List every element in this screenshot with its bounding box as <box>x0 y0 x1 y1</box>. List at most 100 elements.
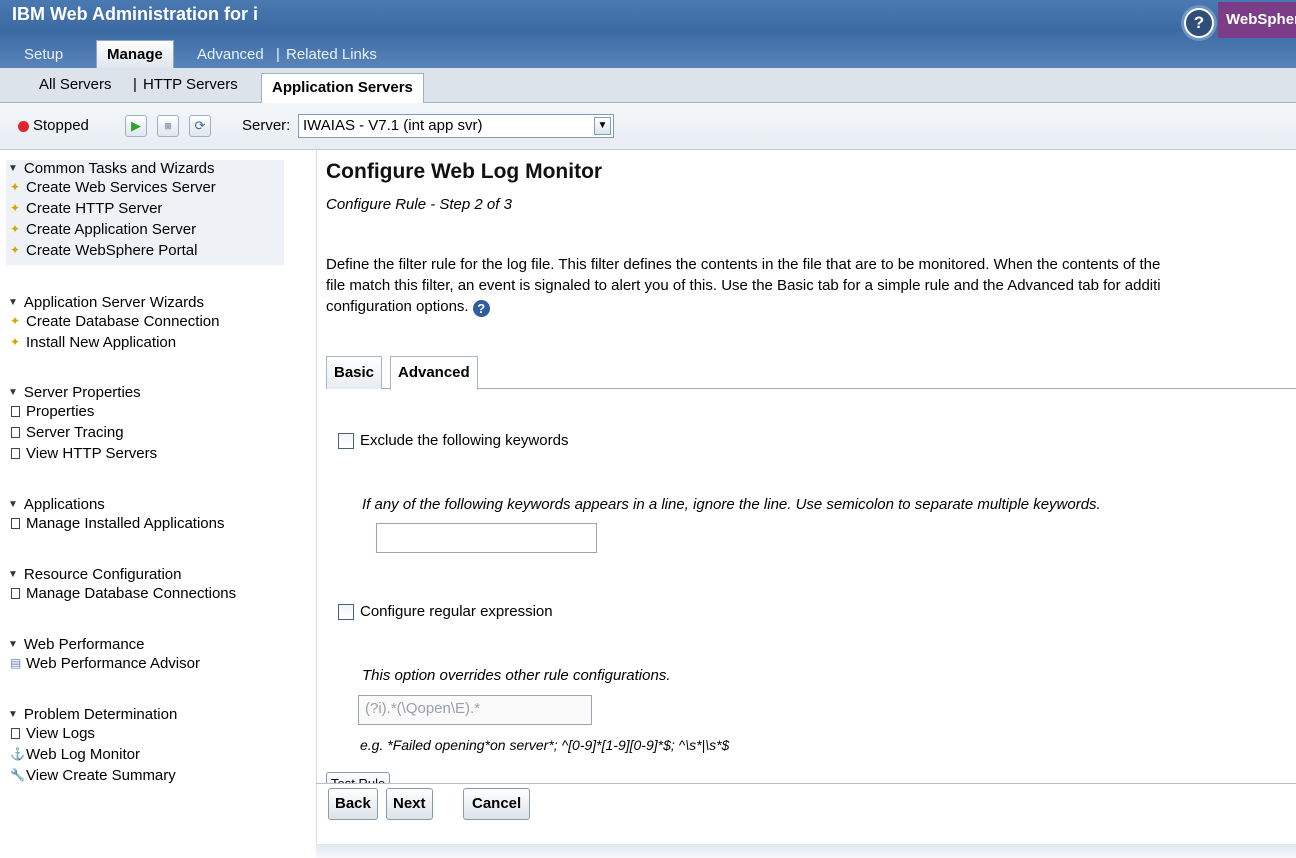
wizard-icon: ✦ <box>10 243 21 257</box>
regex-hint: This option overrides other rule configu… <box>362 667 671 684</box>
sidebar-group-server-properties: ▼ Server Properties Properties Server Tra… <box>8 384 157 464</box>
wizard-icon: ✦ <box>10 222 21 236</box>
wizard-icon: ✦ <box>10 201 21 215</box>
sidebar-item-create-http-server[interactable]: ✦ Create HTTP Server <box>8 198 280 219</box>
description-line: file match this filter, an event is sign… <box>326 277 1161 294</box>
subtab-http-servers[interactable]: HTTP Servers <box>143 76 238 93</box>
stop-server-icon[interactable]: ■ <box>157 115 179 137</box>
sidebar-item-properties[interactable]: Properties <box>8 401 157 422</box>
sidebar-item-label: View Logs <box>26 725 95 742</box>
sidebar-group-title: Problem Determination <box>23 706 178 723</box>
sidebar-item-view-create-summary[interactable]: 🔧 View Create Summary <box>8 765 177 786</box>
websphere-logo: WebSphere <box>1218 2 1296 38</box>
sidebar-group-title: Web Performance <box>23 636 145 653</box>
server-label: Server: <box>242 117 291 134</box>
description-line: Define the filter rule for the log file.… <box>326 256 1161 273</box>
sidebar-item-create-application-server[interactable]: ✦ Create Application Server <box>8 219 280 240</box>
sidebar-group-header[interactable]: ▼ Server Properties <box>8 384 157 401</box>
sidebar-group-resource-configuration: ▼ Resource Configuration Manage Database … <box>8 566 236 604</box>
sidebar-item-label: Server Tracing <box>26 424 124 441</box>
nav-tab-manage[interactable]: Manage <box>96 40 174 69</box>
wizard-icon: ✦ <box>10 335 21 349</box>
sidebar-item-web-performance-advisor[interactable]: ▤ Web Performance Advisor <box>8 653 200 674</box>
sidebar-item-label: Create Application Server <box>26 221 197 238</box>
sidebar-group-header[interactable]: ▼ Resource Configuration <box>8 566 236 583</box>
sidebar-group-title: Common Tasks and Wizards <box>23 160 215 177</box>
tab-basic[interactable]: Basic <box>326 356 383 389</box>
subtab-application-servers[interactable]: Application Servers <box>261 73 424 103</box>
sidebar-group-title: Application Server Wizards <box>23 294 204 311</box>
sidebar-group-problem-determination: ▼ Problem Determination View Logs ⚓ Web Lo… <box>8 706 177 786</box>
nav-tab-related-links[interactable]: Related Links <box>286 42 377 68</box>
sidebar-group-app-server-wizards: ▼ Application Server Wizards ✦ Create Data… <box>8 294 219 353</box>
expanded-triangle-icon: ▼ <box>8 639 18 650</box>
tab-advanced[interactable]: Advanced <box>390 356 478 390</box>
sidebar-item-label: View HTTP Servers <box>26 445 158 462</box>
exclude-keywords-label: Exclude the following keywords <box>360 432 569 449</box>
wrench-icon: 🔧 <box>10 768 25 782</box>
nav-tab-setup[interactable]: Setup <box>24 42 63 68</box>
sidebar-group-header[interactable]: ▼ Problem Determination <box>8 706 177 723</box>
sidebar-item-manage-database-connections[interactable]: Manage Database Connections <box>8 583 236 604</box>
sidebar-item-install-new-application[interactable]: ✦ Install New Application <box>8 332 219 353</box>
divider <box>316 783 1296 784</box>
sidebar-group-common-tasks: ▼ Common Tasks and Wizards ✦ Create Web Se… <box>6 160 284 265</box>
sidebar-group-header[interactable]: ▼ Common Tasks and Wizards <box>8 160 280 177</box>
regex-input[interactable]: (?i).*(\Qopen\E).* <box>358 695 592 725</box>
main-nav: Setup Manage Advanced | Related Links <box>0 40 1296 69</box>
regex-example: e.g. *Failed opening*on server*; ^[0-9]*… <box>360 737 730 753</box>
wizard-icon: ✦ <box>10 314 21 328</box>
sidebar-group-header[interactable]: ▼ Web Performance <box>8 636 200 653</box>
exclude-keywords-checkbox[interactable] <box>338 433 354 449</box>
sidebar-item-view-http-servers[interactable]: View HTTP Servers <box>8 443 157 464</box>
monitor-icon: ⚓ <box>10 747 25 761</box>
sidebar-item-label: View Create Summary <box>26 767 176 784</box>
step-subtitle: Configure Rule - Step 2 of 3 <box>326 196 512 213</box>
server-type-tabs: All Servers | HTTP Servers Application S… <box>0 68 1296 103</box>
status-stopped-icon <box>18 121 29 132</box>
page-icon <box>11 518 20 529</box>
nav-separator: | <box>276 46 280 63</box>
server-toolbar: Stopped ▶ ■ ⟳ Server: IWAIAS - V7.1 (int… <box>0 103 1296 150</box>
nav-tab-advanced[interactable]: Advanced <box>197 42 264 68</box>
page-icon <box>11 588 20 599</box>
help-icon[interactable]: ? <box>1184 8 1214 38</box>
sidebar-group-applications: ▼ Applications Manage Installed Applicati… <box>8 496 224 534</box>
refresh-icon[interactable]: ⟳ <box>189 115 211 137</box>
next-button[interactable]: Next <box>386 788 433 820</box>
sidebar-item-create-websphere-portal[interactable]: ✦ Create WebSphere Portal <box>8 240 280 261</box>
sidebar-item-create-web-services-server[interactable]: ✦ Create Web Services Server <box>8 177 280 198</box>
description: Define the filter rule for the log file.… <box>326 254 1282 317</box>
help-icon[interactable]: ? <box>472 300 490 317</box>
sidebar-group-header[interactable]: ▼ Application Server Wizards <box>8 294 219 311</box>
cancel-button[interactable]: Cancel <box>463 788 531 820</box>
description-line: configuration options. ? <box>326 296 1282 317</box>
subtab-all-servers[interactable]: All Servers <box>39 76 112 93</box>
page-icon <box>11 728 20 739</box>
back-button[interactable]: Back <box>328 788 378 820</box>
sidebar-item-create-database-connection[interactable]: ✦ Create Database Connection <box>8 311 219 332</box>
sidebar-item-web-log-monitor[interactable]: ⚓ Web Log Monitor <box>8 744 177 765</box>
regex-checkbox[interactable] <box>338 604 354 620</box>
description-text: configuration options. <box>326 298 469 315</box>
sidebar-item-label: Web Log Monitor <box>26 746 140 763</box>
sidebar-item-manage-installed-applications[interactable]: Manage Installed Applications <box>8 513 224 534</box>
expanded-triangle-icon: ▼ <box>8 387 18 398</box>
main-content: Configure Web Log Monitor Configure Rule… <box>316 150 1296 858</box>
expanded-triangle-icon: ▼ <box>8 709 18 720</box>
subtab-separator: | <box>133 76 137 93</box>
rule-tabs: Basic Advanced <box>326 354 1296 390</box>
sidebar: ▼ Common Tasks and Wizards ✦ Create Web Se… <box>0 150 317 858</box>
sidebar-item-view-logs[interactable]: View Logs <box>8 723 177 744</box>
sidebar-item-server-tracing[interactable]: Server Tracing <box>8 422 157 443</box>
server-select[interactable]: IWAIAS - V7.1 (int app svr) ▼ <box>298 114 614 138</box>
chevron-down-icon[interactable]: ▼ <box>594 117 611 135</box>
sidebar-item-label: Create WebSphere Portal <box>26 242 198 259</box>
sidebar-item-label: Web Performance Advisor <box>26 655 200 672</box>
start-server-icon[interactable]: ▶ <box>125 115 147 137</box>
advisor-icon: ▤ <box>10 656 22 670</box>
sidebar-group-header[interactable]: ▼ Applications <box>8 496 224 513</box>
regex-label: Configure regular expression <box>360 603 553 620</box>
keywords-input[interactable] <box>376 523 597 553</box>
expanded-triangle-icon: ▼ <box>8 297 18 308</box>
